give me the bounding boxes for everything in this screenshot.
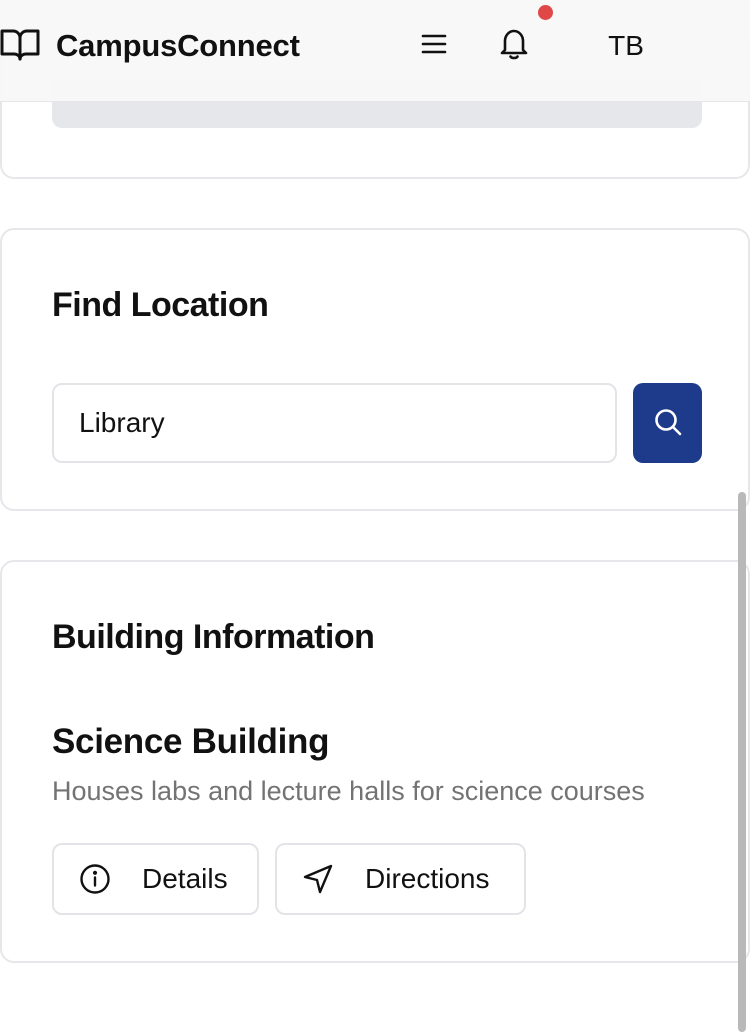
search-icon (653, 407, 683, 440)
building-name: Science Building (52, 722, 330, 761)
notification-badge (538, 5, 553, 20)
find-location-title: Find Location (52, 286, 269, 324)
book-open-icon (0, 26, 40, 67)
details-button[interactable]: Details (52, 843, 259, 915)
directions-label: Directions (365, 863, 490, 894)
building-description: Houses labs and lecture halls for scienc… (52, 776, 645, 806)
menu-icon (421, 33, 447, 60)
brand[interactable]: CampusConnect (0, 27, 300, 65)
brand-name: CampusConnect (56, 28, 300, 63)
scrollbar[interactable] (738, 492, 746, 1032)
details-label: Details (142, 863, 228, 894)
building-info-title: Building Information (52, 618, 375, 656)
app-header: CampusConnect TB (0, 0, 750, 102)
find-location-card: Find Location (0, 228, 750, 511)
navigation-icon (301, 862, 335, 896)
user-avatar[interactable]: TB (594, 26, 658, 66)
menu-button[interactable] (418, 30, 450, 62)
directions-button[interactable]: Directions (275, 843, 526, 915)
location-search-input[interactable] (52, 383, 617, 463)
info-icon (78, 862, 112, 896)
building-info-card: Building Information Science Building Ho… (0, 560, 750, 963)
bell-icon (499, 27, 529, 66)
notifications-button[interactable] (496, 26, 532, 66)
search-button[interactable] (633, 383, 702, 463)
